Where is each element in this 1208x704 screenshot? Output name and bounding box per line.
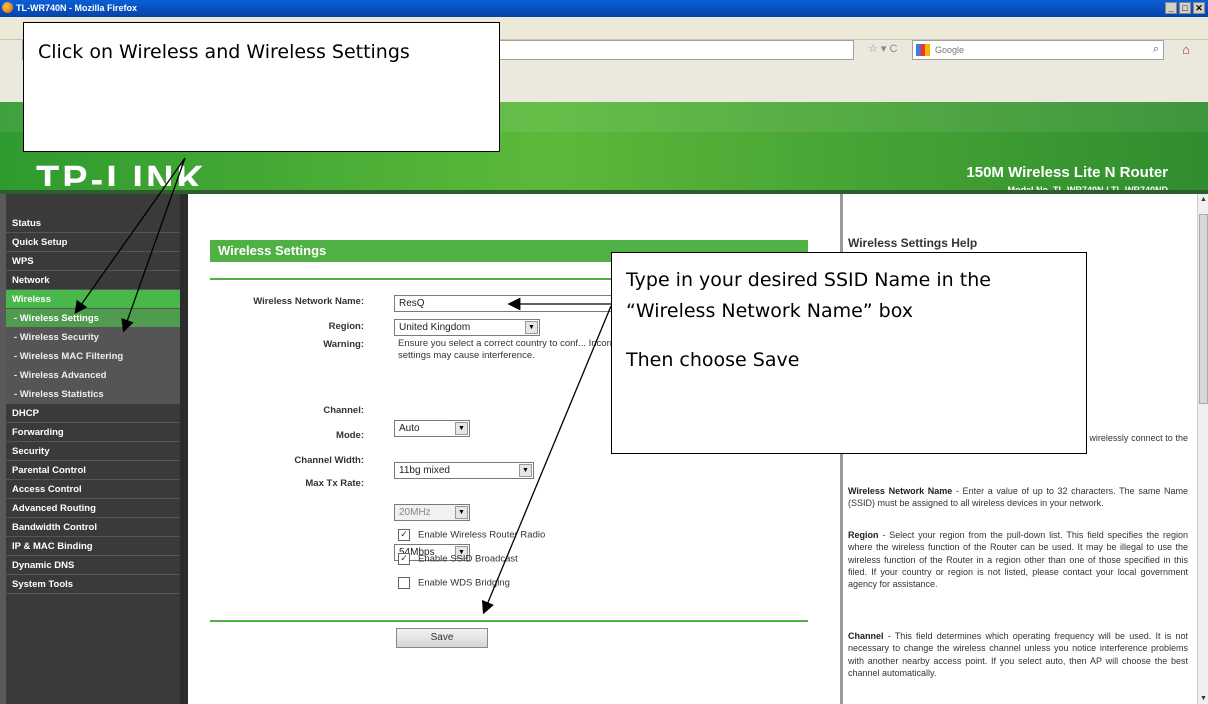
arrow-to-wireless — [74, 157, 186, 315]
arrow-to-save — [481, 305, 612, 615]
arrow-to-wireless-settings — [121, 157, 186, 333]
annotation-arrows — [74, 157, 612, 615]
